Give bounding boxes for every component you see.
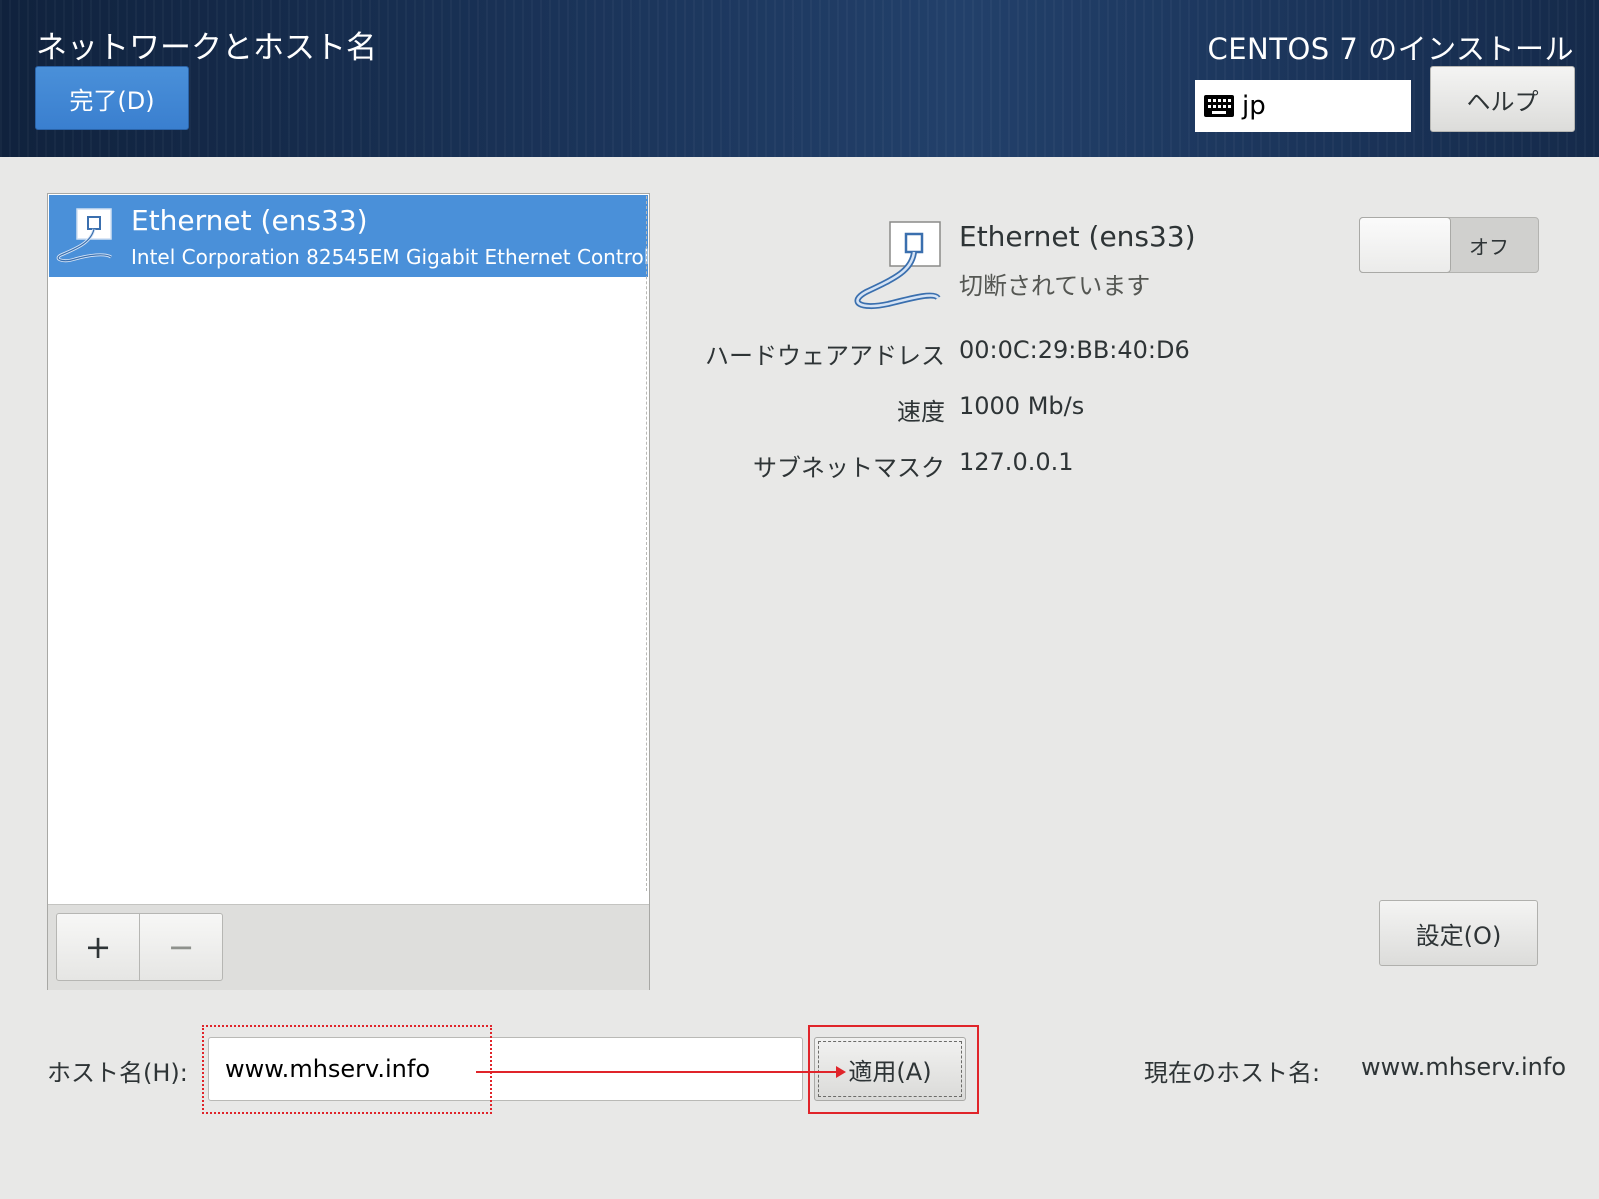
keyboard-icon	[1204, 95, 1234, 117]
network-wired-icon	[56, 208, 112, 263]
add-device-button[interactable]: +	[56, 913, 140, 981]
device-list: Ethernet (ens33) Intel Corporation 82545…	[47, 193, 650, 990]
list-item-ens33[interactable]: Ethernet (ens33) Intel Corporation 82545…	[49, 195, 648, 277]
remove-device-button[interactable]: −	[139, 913, 223, 981]
product-title: CENTOS 7 のインストール	[1207, 32, 1574, 66]
subnet-mask-value: 127.0.0.1	[959, 448, 1074, 476]
page-title: ネットワークとホスト名	[36, 30, 377, 66]
hostname-label: ホスト名(H):	[47, 1059, 188, 1087]
list-toolbar: + −	[48, 904, 649, 990]
network-wired-icon	[854, 221, 941, 310]
device-status: 切断されています	[959, 272, 1151, 300]
toggle-knob	[1359, 217, 1451, 273]
keyboard-layout-label: jp	[1242, 91, 1266, 121]
current-hostname-value: www.mhserv.info	[1361, 1053, 1567, 1081]
device-name: Ethernet (ens33)	[959, 220, 1196, 253]
list-item-subtitle: Intel Corporation 82545EM Gigabit Ethern…	[131, 245, 648, 269]
done-button[interactable]: 完了(D)	[35, 66, 189, 130]
list-scrollbar[interactable]	[646, 196, 647, 891]
toggle-state-label: オフ	[1469, 235, 1509, 259]
speed-label: 速度	[897, 398, 945, 426]
header-bar: ネットワークとホスト名 CENTOS 7 のインストール 完了(D) jp ヘル…	[0, 0, 1599, 157]
apply-button[interactable]: 適用(A)	[814, 1037, 966, 1101]
hardware-address-value: 00:0C:29:BB:40:D6	[959, 336, 1190, 364]
help-button[interactable]: ヘルプ	[1430, 66, 1575, 132]
device-toggle[interactable]: オフ	[1359, 217, 1539, 273]
list-item-title: Ethernet (ens33)	[131, 204, 368, 237]
current-hostname-label: 現在のホスト名:	[1144, 1059, 1321, 1087]
subnet-mask-label: サブネットマスク	[753, 454, 945, 482]
speed-value: 1000 Mb/s	[959, 392, 1085, 420]
keyboard-layout-indicator[interactable]: jp	[1195, 80, 1411, 132]
hostname-input[interactable]	[208, 1037, 803, 1101]
hardware-address-label: ハードウェアアドレス	[705, 342, 945, 370]
settings-button[interactable]: 設定(O)	[1379, 900, 1538, 966]
